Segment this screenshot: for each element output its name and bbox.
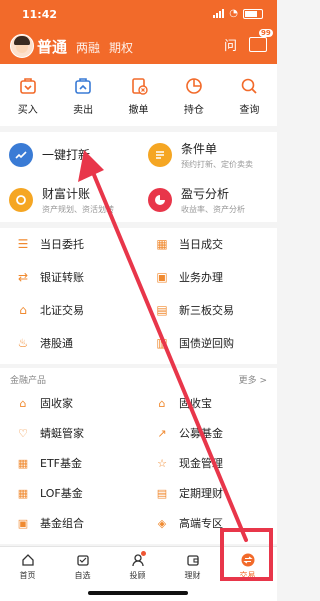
cash-icon: ☆: [157, 456, 167, 470]
lof-icon: ▦: [17, 486, 29, 500]
repo-item[interactable]: ▥ 国债逆回购: [139, 329, 277, 356]
annotation-highlight-box: [220, 528, 273, 581]
sell-button[interactable]: 卖出: [55, 64, 110, 126]
bse-trade-item[interactable]: ⌂ 北证交易: [0, 296, 138, 323]
battery-icon: [243, 8, 263, 19]
position-icon: [186, 78, 202, 94]
finance-item-gushoujia[interactable]: ⌂ 固收家: [0, 390, 138, 416]
profit-icon: [148, 187, 172, 212]
regular-finance-icon: ▤: [156, 486, 168, 500]
quick-actions: 买入 卖出 撤单 持仓 查询: [0, 64, 277, 126]
fixed-income-icon: ⌂: [19, 396, 27, 410]
premium-icon: ◈: [157, 516, 167, 530]
buy-button[interactable]: 买入: [0, 64, 55, 126]
hk-connect-item[interactable]: ♨ 港股通: [0, 329, 138, 356]
mode-options[interactable]: 期权: [109, 39, 133, 56]
fund-portfolio-icon: ▣: [17, 516, 29, 530]
mode-normal[interactable]: 普通: [37, 36, 67, 57]
bank-transfer-item[interactable]: ⇄ 银证转账: [0, 263, 138, 290]
cancel-order-icon: [131, 78, 148, 95]
transfer-icon: ⇄: [17, 269, 29, 284]
home-icon: [21, 553, 35, 567]
condition-order-button[interactable]: 条件单 预约打新、定价卖卖: [139, 132, 277, 177]
tab-home[interactable]: 首页: [0, 547, 55, 593]
feature-panel: 一键打新 条件单 预约打新、定价卖卖 财富计账 资产规划、资活划转 盈亏分析 收益率、…: [0, 132, 277, 222]
repo-icon: ▥: [156, 335, 168, 350]
query-button[interactable]: 查询: [222, 64, 277, 126]
wifi-icon: ◔: [229, 8, 238, 19]
bse-icon: ⌂: [19, 302, 27, 317]
dragonfly-icon: ♡: [18, 426, 28, 440]
position-button[interactable]: 持仓: [166, 64, 221, 126]
hk-connect-icon: ♨: [17, 335, 29, 350]
tab-wealth[interactable]: 理财: [165, 547, 220, 593]
message-badge: 99: [259, 29, 273, 37]
wealth-tab-icon: [186, 553, 200, 567]
profit-analysis-button[interactable]: 盈亏分析 收益率、资产分析: [139, 177, 277, 222]
public-fund-icon: ↗: [157, 426, 167, 440]
neeq-icon: ▤: [156, 302, 168, 317]
finance-item-lof[interactable]: ▦ LOF基金: [0, 480, 138, 506]
finance-item-public-fund[interactable]: ↗ 公募基金: [139, 420, 277, 446]
wealth-plan-button[interactable]: 财富计账 资产规划、资活划转: [0, 177, 138, 222]
today-deal-item[interactable]: ▦ 当日成交: [139, 230, 277, 257]
tab-watchlist[interactable]: 自选: [55, 547, 110, 593]
wealth-icon: [9, 187, 33, 212]
finance-item-gushoubao[interactable]: ⌂ 固收宝: [139, 390, 277, 416]
cancel-order-button[interactable]: 撤单: [111, 64, 166, 126]
message-icon[interactable]: 99: [249, 29, 273, 52]
status-bar: 11:42 ◔: [0, 0, 277, 26]
deal-icon: ▦: [156, 236, 168, 251]
neeq-trade-item[interactable]: ▤ 新三板交易: [139, 296, 277, 323]
status-time: 11:42: [22, 8, 58, 21]
more-link[interactable]: 更多 >: [239, 373, 267, 386]
finance-item-regular[interactable]: ▤ 定期理财: [139, 480, 277, 506]
business-item[interactable]: ▣ 业务办理: [139, 263, 277, 290]
finance-item-dragonfly[interactable]: ♡ 蜻蜓管家: [0, 420, 138, 446]
today-entrust-item[interactable]: ☰ 当日委托: [0, 230, 138, 257]
finance-item-cash[interactable]: ☆ 现金管理: [139, 450, 277, 476]
ipo-icon: [9, 142, 33, 167]
ipo-one-click-button[interactable]: 一键打新: [0, 132, 138, 177]
entrust-icon: ☰: [17, 236, 29, 251]
fixed-income-bao-icon: ⌂: [158, 396, 166, 410]
notification-dot: [141, 551, 146, 556]
sell-icon: [75, 78, 91, 94]
trade-function-grid: ☰ 当日委托 ▦ 当日成交 ⇄ 银证转账 ▣ 业务办理 ⌂ 北证交易 ▤ 新三板交易 ♨ 港股…: [0, 228, 277, 364]
signal-icon: [213, 9, 225, 18]
header: 普通 两融 期权 问 99: [0, 29, 277, 64]
condition-order-icon: [148, 142, 172, 167]
buy-icon: [19, 78, 36, 94]
question-icon[interactable]: 问: [224, 35, 237, 54]
finance-item-etf[interactable]: ▦ ETF基金: [0, 450, 138, 476]
watchlist-icon: [76, 553, 90, 567]
etf-icon: ▦: [17, 456, 29, 470]
avatar[interactable]: [10, 34, 34, 58]
finance-item-portfolio[interactable]: ▣ 基金组合: [0, 510, 138, 536]
tab-advisor[interactable]: 投顾: [110, 547, 165, 593]
business-icon: ▣: [156, 269, 168, 284]
finance-header: 金融产品: [10, 376, 47, 386]
search-icon: [242, 78, 257, 94]
mode-margin[interactable]: 两融: [76, 39, 100, 56]
finance-products: 金融产品 更多 > ⌂ 固收家 ⌂ 固收宝 ♡ 蜻蜓管家 ↗ 公募基金 ▦ ETF基金 ☆…: [0, 368, 277, 544]
home-indicator: [88, 591, 188, 595]
